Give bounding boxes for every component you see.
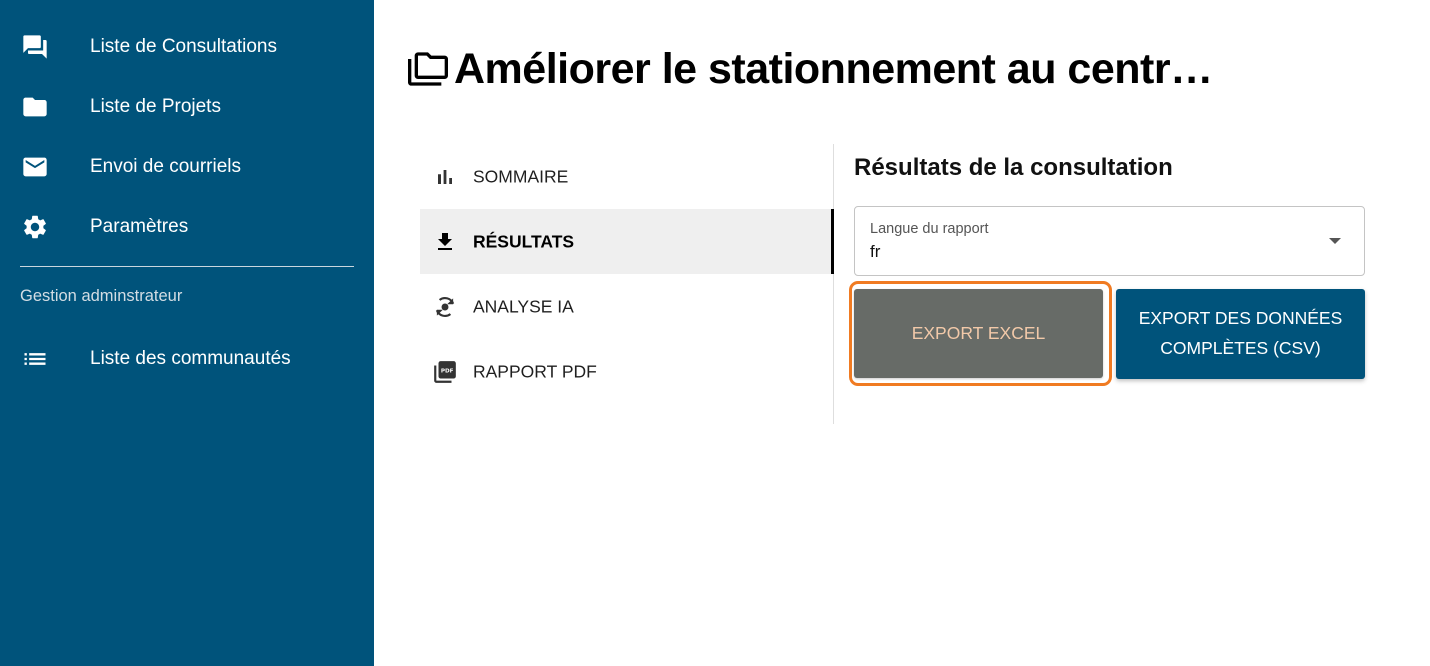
mail-icon (21, 153, 49, 181)
sidebar-item-label: Liste de Projets (90, 96, 221, 117)
tab-label: RÉSULTATS (473, 231, 575, 251)
chevron-down-icon (1329, 238, 1341, 244)
tab-label: ANALYSE IA (473, 296, 574, 316)
pdf-icon: PDF (432, 359, 458, 385)
list-icon (21, 345, 49, 373)
folders-icon (408, 49, 448, 89)
sidebar-item-label: Paramètres (90, 216, 189, 237)
svg-text:PDF: PDF (441, 368, 454, 374)
tab-analyse-ia[interactable]: ANALYSE IA (420, 274, 833, 339)
export-excel-button[interactable]: EXPORT EXCEL (854, 289, 1103, 378)
sidebar-divider (20, 266, 354, 267)
folder-icon (21, 93, 49, 121)
sidebar-item-settings[interactable]: Paramètres (0, 197, 374, 257)
sidebar-item-label: Liste de Consultations (90, 36, 277, 57)
page-header: Améliorer le stationnement au centr… (408, 42, 1213, 96)
admin-section-title: Gestion adminstrateur (20, 287, 183, 305)
sidebar-item-projects[interactable]: Liste de Projets (0, 77, 374, 137)
app-root: Liste de Consultations Liste de Projets … (0, 0, 1430, 666)
chat-bubbles-icon (21, 33, 49, 61)
sidebar-item-consultations[interactable]: Liste de Consultations (0, 17, 374, 77)
report-language-select[interactable]: Langue du rapport fr (854, 206, 1365, 276)
sidebar-item-label: Envoi de courriels (90, 156, 242, 177)
export-csv-button[interactable]: EXPORT DES DONNÉES COMPLÈTES (CSV) (1116, 289, 1365, 379)
tab-label: RAPPORT PDF (473, 361, 597, 381)
sidebar-item-label: Liste des communautés (90, 348, 291, 369)
vertical-tabs: SOMMAIRE RÉSULTATS ANALYSE IA PDF RAPPOR… (420, 144, 834, 424)
gear-icon (21, 213, 49, 241)
select-value: fr (870, 242, 881, 261)
bar-chart-icon (432, 164, 458, 190)
select-label: Langue du rapport (870, 221, 989, 237)
sidebar: Liste de Consultations Liste de Projets … (0, 0, 374, 666)
tab-resultats[interactable]: RÉSULTATS (420, 209, 834, 274)
panel-heading: Résultats de la consultation (854, 154, 1173, 181)
ai-analysis-icon (432, 294, 458, 320)
sidebar-item-communities[interactable]: Liste des communautés (0, 329, 374, 389)
tab-label: SOMMAIRE (473, 166, 569, 186)
sidebar-item-emails[interactable]: Envoi de courriels (0, 137, 374, 197)
tab-sommaire[interactable]: SOMMAIRE (420, 144, 833, 209)
download-icon (432, 229, 458, 255)
page-title: Améliorer le stationnement au centr… (454, 44, 1213, 93)
tab-rapport-pdf[interactable]: PDF RAPPORT PDF (420, 339, 833, 404)
